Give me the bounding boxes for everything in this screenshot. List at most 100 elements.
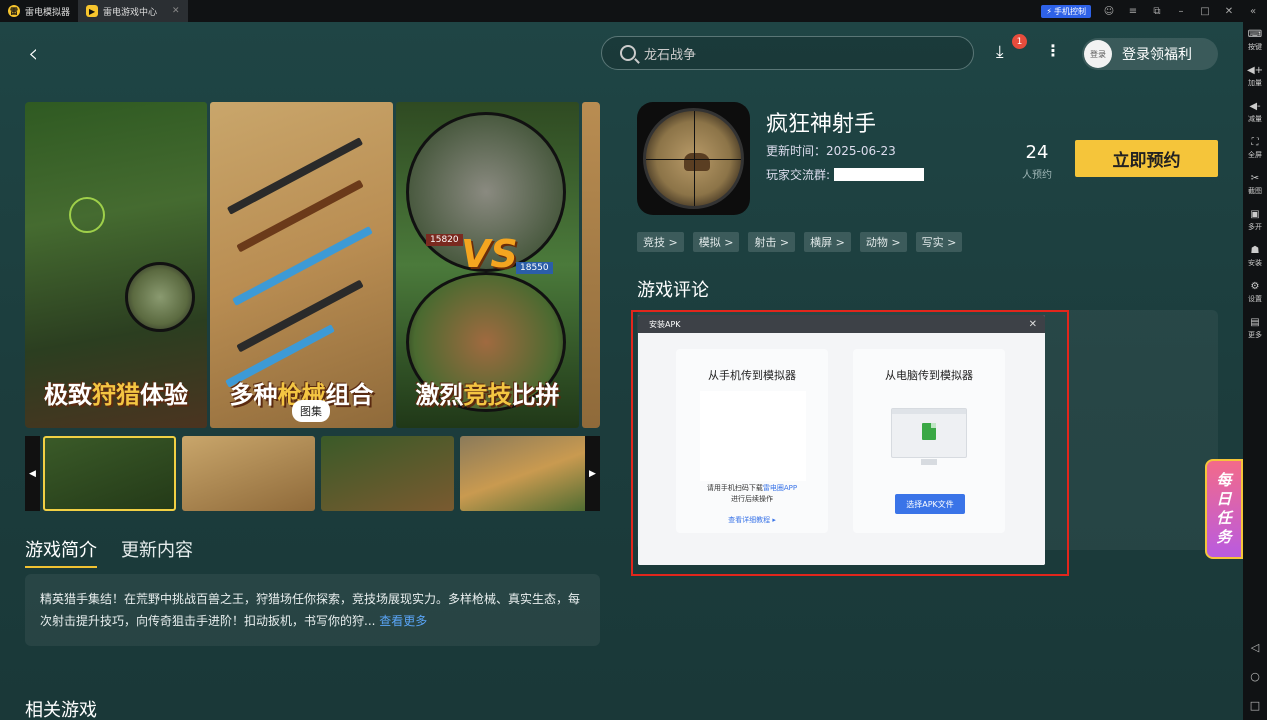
sidebar-item-volume-down[interactable]: ◀- 减量 xyxy=(1243,94,1267,130)
choose-apk-button[interactable]: 选择APK文件 xyxy=(895,494,965,514)
dialog-header: 安装APK ✕ xyxy=(638,315,1045,333)
apk-file-icon xyxy=(922,423,936,440)
monitor-stand xyxy=(921,459,937,465)
thumbnail-1[interactable] xyxy=(43,436,176,511)
thumbnail-4[interactable] xyxy=(460,436,593,511)
reserve-count-label: 人预约 xyxy=(1022,170,1052,181)
game-center-logo-icon: ▶ xyxy=(86,5,99,17)
android-icon: ☗ xyxy=(1250,244,1260,256)
collapse-sidebar-icon[interactable]: « xyxy=(1247,6,1259,17)
tag-animal[interactable]: 动物 > xyxy=(859,232,907,252)
game-detail-page: ‹ 龙石战争 ⤓ 1 ⋮ 登录 登录领福利 极致狩猎体验 多种枪械组合 VS 1… xyxy=(0,22,1243,720)
sniper-scope-icon xyxy=(643,108,744,209)
scissors-icon: ✂ xyxy=(1250,172,1260,184)
restore-window-icon[interactable]: ⧉ xyxy=(1151,6,1163,17)
tab-close-icon[interactable]: ✕ xyxy=(172,6,180,16)
nav-recents-icon[interactable]: □ xyxy=(1250,699,1260,712)
thumbnail-next-icon[interactable]: ▶ xyxy=(585,436,600,511)
crosshair-line xyxy=(693,111,695,206)
daily-task-char: 日 xyxy=(1216,490,1232,508)
daily-task-button[interactable]: 每 日 任 务 xyxy=(1205,459,1243,559)
install-apk-dialog: 安装APK ✕ 从手机传到模拟器 请用手机扫码下载雷电圈APP 进行后续操作 查… xyxy=(638,315,1045,565)
tutorial-link[interactable]: 查看详细教程 ▸ xyxy=(676,515,828,525)
screenshot-pvp[interactable]: VS 15820 18550 激烈竞技比拼 xyxy=(396,102,579,428)
tab-emulator[interactable]: 雷 雷电模拟器 xyxy=(0,0,78,22)
screenshot-partial[interactable] xyxy=(582,102,600,428)
tag-shooting[interactable]: 射击 > xyxy=(748,232,796,252)
intro-tabs: 游戏简介 更新内容 xyxy=(25,536,193,568)
more-icon: ▤ xyxy=(1250,316,1260,328)
screenshot-hunting[interactable]: 极致狩猎体验 xyxy=(25,102,207,428)
account-icon[interactable]: ☺ xyxy=(1103,6,1115,17)
intro-text: 精英猎手集结！在荒野中挑战百兽之王，狩猎场任你探索，竞技场展现实力。多样枪械、真… xyxy=(40,592,581,628)
tag-competitive[interactable]: 竞技 > xyxy=(637,232,684,252)
reserve-count: 24 xyxy=(1025,142,1049,163)
multi-instance-icon: ▣ xyxy=(1250,208,1260,220)
maximize-icon[interactable]: □ xyxy=(1199,6,1211,17)
nav-home-icon[interactable]: ○ xyxy=(1250,670,1260,683)
close-window-icon[interactable]: ✕ xyxy=(1223,6,1235,17)
reviews-title: 游戏评论 xyxy=(637,280,709,301)
sidebar-label: 更多 xyxy=(1248,330,1262,339)
title-bar: 雷 雷电模拟器 ▶ 雷电游戏中心 ✕ ⚡ 手机控制 ☺ ≡ ⧉ – □ ✕ « xyxy=(0,0,1267,22)
reserve-button[interactable]: 立即预约 xyxy=(1075,140,1218,177)
player-group-value[interactable] xyxy=(834,168,925,181)
thumbnail-2[interactable] xyxy=(182,436,315,511)
sidebar-item-multi[interactable]: ▣ 多开 xyxy=(1243,202,1267,238)
nav-back-icon[interactable]: ◁ xyxy=(1251,641,1259,654)
tab-game-center[interactable]: ▶ 雷电游戏中心 ✕ xyxy=(78,0,188,22)
sidebar-label: 按键 xyxy=(1248,42,1262,51)
app-link[interactable]: 雷电圈APP xyxy=(763,484,797,492)
dialog-title: 安装APK xyxy=(649,319,681,329)
menu-icon[interactable]: ≡ xyxy=(1127,6,1139,17)
rifle-image xyxy=(226,137,364,215)
caption-text: 体验 xyxy=(140,381,188,409)
sidebar-item-fullscreen[interactable]: ⛶ 全屏 xyxy=(1243,130,1267,166)
sidebar-item-volume-up[interactable]: ◀+ 加量 xyxy=(1243,58,1267,94)
login-button[interactable]: 登录 登录领福利 xyxy=(1082,38,1218,70)
sidebar-item-settings[interactable]: ⚙ 设置 xyxy=(1243,274,1267,310)
crosshair-icon xyxy=(69,197,105,233)
sidebar-item-more[interactable]: ▤ 更多 xyxy=(1243,310,1267,346)
qr-instruction-text: 进行后续操作 xyxy=(731,495,773,503)
qr-instruction: 请用手机扫码下载雷电圈APP 进行后续操作 xyxy=(676,483,828,505)
ldplayer-logo-icon: 雷 xyxy=(8,5,20,17)
keyboard-icon: ⌨ xyxy=(1247,28,1263,40)
game-icon xyxy=(637,102,750,215)
sidebar-item-keys[interactable]: ⌨ 按键 xyxy=(1243,22,1267,58)
search-placeholder: 龙石战争 xyxy=(644,47,697,63)
related-games-title: 相关游戏 xyxy=(25,700,97,720)
more-vertical-icon[interactable]: ⋮ xyxy=(1045,41,1061,60)
caption-highlight: 竞技 xyxy=(463,381,512,409)
tutorial-label: 查看详细教程 xyxy=(728,516,771,524)
tag-simulation[interactable]: 模拟 > xyxy=(692,232,740,252)
sidebar-item-install[interactable]: ☗ 安装 xyxy=(1243,238,1267,274)
search-input[interactable]: 龙石战争 xyxy=(601,36,974,70)
sidebar-label: 加量 xyxy=(1248,78,1262,87)
game-tags: 竞技 > 模拟 > 射击 > 横屏 > 动物 > 写实 > xyxy=(637,232,963,252)
download-icon[interactable]: ⤓ xyxy=(996,42,1004,62)
sidebar-label: 设置 xyxy=(1248,294,1262,303)
tab-intro[interactable]: 游戏简介 xyxy=(25,536,97,568)
dialog-close-icon[interactable]: ✕ xyxy=(1029,319,1037,330)
player-group-label: 玩家交流群: xyxy=(766,168,831,182)
sidebar-item-screenshot[interactable]: ✂ 截图 xyxy=(1243,166,1267,202)
thumbnail-prev-icon[interactable]: ◀ xyxy=(25,436,40,511)
phone-control-button[interactable]: ⚡ 手机控制 xyxy=(1041,4,1091,18)
screenshot-weapons[interactable]: 多种枪械组合 xyxy=(210,102,393,428)
see-more-link[interactable]: 查看更多 xyxy=(379,614,427,628)
update-time: 更新时间：2025-06-23 xyxy=(766,144,896,158)
back-arrow-icon[interactable]: ‹ xyxy=(28,39,38,69)
caption-highlight: 狩猎 xyxy=(92,381,140,409)
thumbnail-3[interactable] xyxy=(321,436,454,511)
search-icon xyxy=(620,45,636,61)
screenshot-caption: 激烈竞技比拼 xyxy=(396,375,579,410)
avatar: 登录 xyxy=(1084,40,1112,68)
screenshot-gallery[interactable]: 极致狩猎体验 多种枪械组合 VS 15820 18550 激烈竞技比拼 xyxy=(25,102,600,428)
tab-updates[interactable]: 更新内容 xyxy=(121,536,193,568)
daily-task-char: 任 xyxy=(1216,509,1232,527)
gallery-button[interactable]: 图集 xyxy=(292,400,330,422)
tag-realistic[interactable]: 写实 > xyxy=(915,232,963,252)
minimize-icon[interactable]: – xyxy=(1175,6,1187,17)
tag-landscape[interactable]: 横屏 > xyxy=(804,232,851,252)
